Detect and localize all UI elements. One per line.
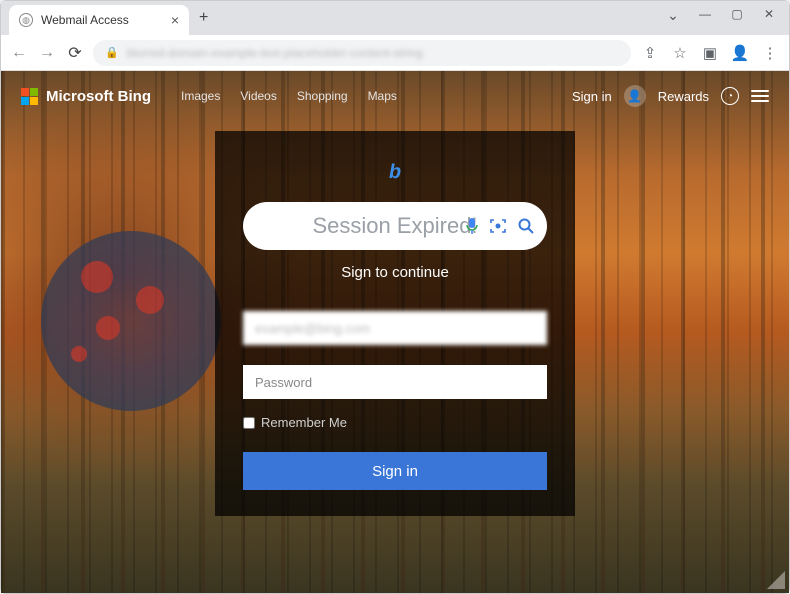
star-icon[interactable]: ☆	[669, 44, 691, 62]
browser-tab[interactable]: ◍ Webmail Access ×	[9, 5, 189, 35]
globe-icon: ◍	[19, 13, 33, 27]
nav-links: Images Videos Shopping Maps	[181, 89, 397, 103]
back-button[interactable]: ←	[9, 44, 29, 62]
window-controls: ⌄ — ▢ ✕	[659, 7, 783, 24]
chevron-down-icon[interactable]: ⌄	[659, 7, 687, 24]
brand-text[interactable]: Microsoft Bing	[46, 88, 151, 105]
lens-icon[interactable]	[489, 217, 507, 235]
sign-in-button[interactable]: Sign in	[243, 452, 547, 490]
page-corner-fold-icon	[767, 571, 785, 589]
tab-title: Webmail Access	[41, 13, 163, 27]
rewards-badge-icon[interactable]: ◔	[721, 87, 739, 105]
avatar-icon[interactable]: 👤	[624, 85, 646, 107]
microsoft-logo-icon	[21, 88, 38, 105]
email-field[interactable]	[243, 311, 547, 345]
reload-button[interactable]: ⟳	[65, 43, 85, 63]
page-viewport: Microsoft Bing Images Videos Shopping Ma…	[1, 71, 789, 593]
browser-toolbar: ← → ⟳ 🔒 blurred-domain-example-text-plac…	[1, 35, 789, 71]
bing-top-nav: Microsoft Bing Images Videos Shopping Ma…	[21, 85, 769, 107]
microphone-icon[interactable]	[465, 217, 479, 235]
url-text: blurred-domain-example-text-placeholder-…	[127, 46, 619, 60]
browser-window: ◍ Webmail Access × + ⌄ — ▢ ✕ ← → ⟳ 🔒 blu…	[0, 0, 790, 594]
nav-link-images[interactable]: Images	[181, 89, 220, 103]
bing-logo-icon: b	[243, 161, 547, 184]
subtitle-text: Sign to continue	[243, 264, 547, 281]
minimize-button[interactable]: —	[691, 7, 719, 24]
remember-me-label: Remember Me	[261, 415, 347, 430]
maximize-button[interactable]: ▢	[723, 7, 751, 24]
forward-button[interactable]: →	[37, 44, 57, 62]
nav-link-videos[interactable]: Videos	[240, 89, 276, 103]
sign-in-link[interactable]: Sign in	[572, 89, 612, 104]
close-icon[interactable]: ×	[171, 12, 179, 28]
lock-icon: 🔒	[105, 46, 119, 59]
share-icon[interactable]: ⇪	[639, 44, 661, 62]
profile-icon[interactable]: 👤	[729, 44, 751, 62]
search-icon[interactable]	[517, 217, 535, 235]
decorative-circle	[41, 231, 221, 411]
close-window-button[interactable]: ✕	[755, 7, 783, 24]
kebab-menu-icon[interactable]: ⋮	[759, 44, 781, 62]
nav-link-shopping[interactable]: Shopping	[297, 89, 348, 103]
remember-me-row[interactable]: Remember Me	[243, 415, 547, 430]
password-field[interactable]	[243, 365, 547, 399]
title-bar: ◍ Webmail Access × + ⌄ — ▢ ✕	[1, 1, 789, 35]
search-pill: Session Expired!	[243, 202, 547, 250]
login-modal: b Session Expired! Sign to continue	[215, 131, 575, 516]
new-tab-button[interactable]: +	[189, 9, 218, 27]
hamburger-menu-icon[interactable]	[751, 90, 769, 102]
panel-icon[interactable]: ▣	[699, 44, 721, 62]
rewards-link[interactable]: Rewards	[658, 89, 709, 104]
nav-link-maps[interactable]: Maps	[368, 89, 397, 103]
address-bar[interactable]: 🔒 blurred-domain-example-text-placeholde…	[93, 40, 631, 66]
remember-me-checkbox[interactable]	[243, 417, 255, 429]
